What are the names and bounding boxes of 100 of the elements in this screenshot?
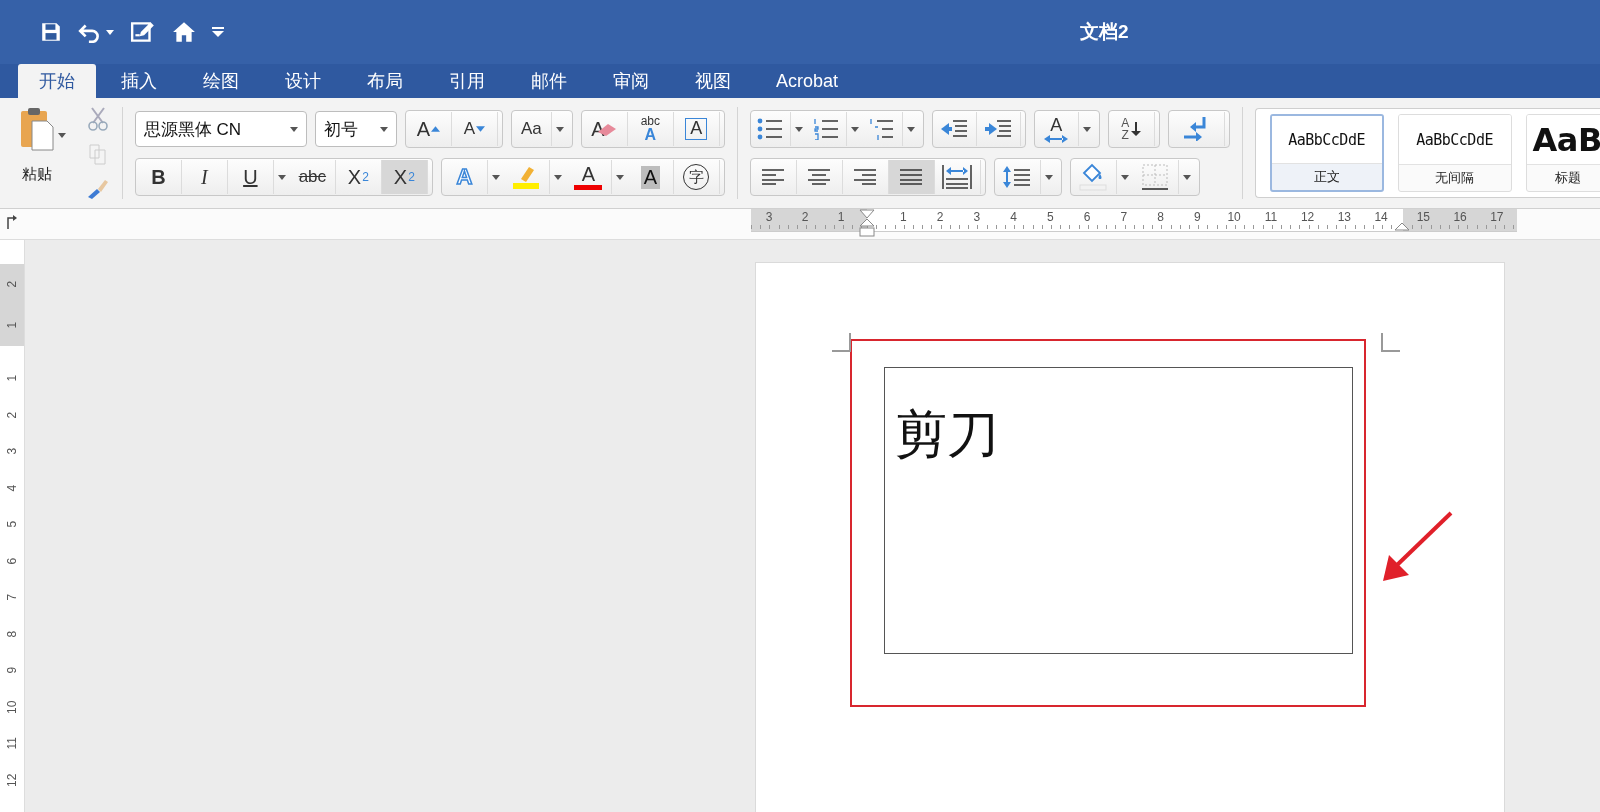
font-color-button[interactable]: A — [565, 160, 612, 194]
ribbon-tab[interactable]: Acrobat — [756, 64, 859, 98]
ribbon-tab[interactable]: 布局 — [346, 64, 424, 98]
tab-stop-icon[interactable] — [7, 215, 17, 229]
caret-icon[interactable] — [906, 126, 915, 132]
justify-icon — [900, 169, 923, 185]
window-title: 文档2 — [1080, 20, 1129, 44]
caret-icon[interactable] — [1182, 174, 1191, 180]
customize-icon[interactable] — [212, 27, 224, 37]
grow-font-button[interactable]: A — [405, 112, 452, 146]
document-text: 剪刀 — [895, 405, 999, 463]
paint-bucket-icon — [1078, 163, 1109, 191]
enclose-character-button[interactable]: 字 — [673, 160, 720, 194]
save-icon[interactable] — [40, 21, 62, 43]
ribbon-tab[interactable]: 视图 — [674, 64, 752, 98]
ruler-number: 4 — [4, 483, 20, 494]
caret-icon[interactable] — [491, 174, 500, 180]
caret-icon[interactable] — [106, 29, 114, 35]
style-option[interactable]: AaB 标题 — [1525, 114, 1600, 192]
right-indent-marker-icon[interactable] — [1394, 223, 1410, 231]
caret-icon[interactable] — [379, 126, 388, 132]
shrink-font-button[interactable]: A — [451, 112, 498, 146]
character-shading-button[interactable]: A — [627, 160, 674, 194]
ruler-number: 2 — [800, 209, 810, 226]
edit-document-icon[interactable] — [130, 20, 156, 44]
ruler-number: 1 — [4, 373, 20, 384]
clipboard-icon — [20, 107, 54, 151]
caret-icon[interactable] — [1082, 126, 1091, 132]
character-border-button[interactable]: A — [673, 112, 720, 146]
font-name-field[interactable]: 思源黑体 CN — [134, 111, 307, 147]
ruler-number: 9 — [4, 665, 20, 676]
ruler-number: 3 — [972, 209, 982, 226]
ribbon-tab[interactable]: 插入 — [100, 64, 178, 98]
align-right-icon — [854, 169, 877, 185]
ribbon-tab[interactable]: 审阅 — [592, 64, 670, 98]
ribbon-tab[interactable]: 设计 — [264, 64, 342, 98]
caret-icon[interactable] — [553, 174, 562, 180]
ruler-number: 5 — [1046, 209, 1055, 226]
paste-button[interactable]: 粘贴 — [20, 107, 54, 184]
ruler-number: 8 — [4, 629, 20, 640]
home-icon[interactable] — [172, 21, 196, 43]
style-option[interactable]: AaBbCcDdE 无间隔 — [1397, 114, 1512, 192]
caret-icon[interactable] — [1044, 174, 1053, 180]
border-grid-icon — [1141, 163, 1170, 191]
ruler-number: 3 — [4, 446, 20, 457]
pointer-arrow — [1381, 511, 1453, 583]
ruler-number: 11 — [1263, 209, 1279, 226]
caret-icon[interactable] — [58, 133, 66, 138]
align-left-icon — [762, 169, 785, 185]
ribbon-tab[interactable]: 绘图 — [182, 64, 260, 98]
bullet-list-icon — [757, 118, 784, 140]
align-justify-button[interactable] — [888, 160, 935, 194]
style-option[interactable]: AaBbCcDdE 正文 — [1269, 114, 1384, 192]
align-center-icon — [808, 169, 831, 185]
ruler-number: 6 — [1082, 209, 1092, 226]
crop-mark-icon — [832, 333, 852, 353]
font-size-field[interactable]: 初号 — [314, 111, 397, 147]
ruler-number: 4 — [1009, 209, 1018, 226]
ruler-number: 6 — [4, 556, 20, 567]
caret-icon[interactable] — [1120, 174, 1129, 180]
format-painter-icon[interactable] — [86, 177, 110, 199]
numbered-list-icon — [813, 118, 840, 140]
ruler-number: 3 — [764, 209, 774, 226]
strike-button[interactable]: abc — [289, 160, 336, 194]
ruler-number: 11 — [4, 736, 20, 752]
phonetic-guide-button[interactable]: abc A — [627, 112, 674, 146]
caret-icon[interactable] — [277, 174, 286, 180]
ruler-number: 5 — [4, 519, 20, 530]
ruler-number: 14 — [1373, 209, 1389, 226]
ruler-number: 12 — [4, 772, 20, 789]
text-box[interactable]: 剪刀 — [884, 367, 1353, 654]
ruler-number: 2 — [4, 280, 20, 290]
line-spacing-icon — [1003, 166, 1032, 188]
underline-button[interactable]: U — [227, 160, 274, 194]
caret-icon[interactable] — [794, 126, 803, 132]
ribbon-tab[interactable]: 开始 — [18, 64, 96, 98]
ruler-number: 9 — [1193, 209, 1202, 226]
crop-mark-icon — [1380, 333, 1400, 353]
ruler-number: 16 — [1452, 209, 1468, 226]
up-triangle-icon — [431, 126, 441, 132]
caret-icon[interactable] — [555, 126, 564, 132]
indent-marker-icon[interactable] — [859, 209, 875, 239]
ribbon-tab[interactable]: 引用 — [428, 64, 506, 98]
italic-button[interactable]: I — [181, 160, 228, 194]
caret-icon[interactable] — [615, 174, 624, 180]
bold-button[interactable]: B — [135, 160, 182, 194]
ruler-number: 8 — [1156, 209, 1165, 226]
distributed-icon — [942, 165, 973, 189]
ruler-number: 10 — [4, 699, 20, 716]
indent-icon — [984, 119, 1013, 139]
sort-button[interactable]: A Z — [1108, 112, 1155, 146]
ruler-number: 17 — [1489, 209, 1505, 226]
ribbon-tab[interactable]: 邮件 — [510, 64, 588, 98]
caret-icon[interactable] — [289, 126, 298, 132]
ruler-number: 2 — [935, 209, 945, 226]
change-case-button[interactable]: Aa — [511, 112, 552, 146]
down-arrow-icon — [1131, 122, 1142, 136]
text-direction-button[interactable]: A — [1034, 112, 1079, 146]
caret-icon[interactable] — [850, 126, 859, 132]
ruler-number: 7 — [1119, 209, 1129, 226]
